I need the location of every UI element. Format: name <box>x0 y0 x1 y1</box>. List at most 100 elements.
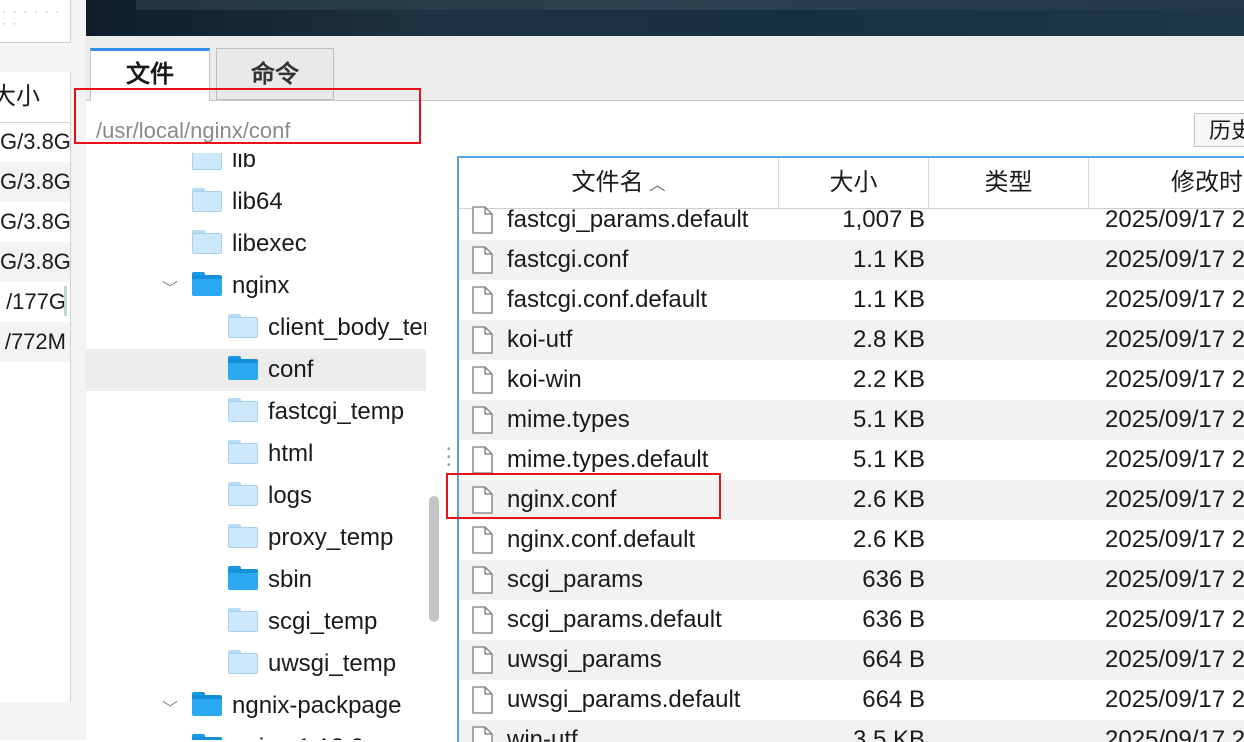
tree-item-libexec[interactable]: libexec <box>86 223 426 265</box>
file-icon <box>472 286 493 314</box>
file-modified-time: 2025/09/17 2 <box>1105 286 1244 313</box>
top-banner-inner <box>136 0 1244 10</box>
left-table-row[interactable]: G/3.8G <box>0 162 70 202</box>
file-row[interactable]: koi-utf 2.8 KB 2025/09/17 2 <box>459 320 1244 360</box>
file-size: 1,007 B <box>842 206 925 233</box>
file-modified-time: 2025/09/17 2 <box>1105 646 1244 673</box>
folder-icon <box>228 650 258 674</box>
dots-icon: · · · · · · · · <box>2 6 62 30</box>
tree-item-conf[interactable]: conf <box>86 349 426 391</box>
file-name: uwsgi_params.default <box>507 686 741 713</box>
top-banner <box>86 0 1244 36</box>
tree-item-html[interactable]: html <box>86 433 426 475</box>
file-modified-time: 2025/09/17 2 <box>1105 206 1244 233</box>
file-icon <box>472 686 493 714</box>
file-row[interactable]: scgi_params.default 636 B 2025/09/17 2 <box>459 600 1244 640</box>
tree-item-label: lib64 <box>232 188 283 215</box>
folder-icon <box>228 524 258 548</box>
path-highlight-box <box>74 88 421 144</box>
folder-icon <box>192 692 222 716</box>
file-size: 3.5 KB <box>852 726 925 742</box>
tree-item-client-body-temp[interactable]: client_body_temp <box>86 307 426 349</box>
file-row[interactable]: nginx.conf.default 2.6 KB 2025/09/17 2 <box>459 520 1244 560</box>
file-row[interactable]: win-utf 3.5 KB 2025/09/17 2 <box>459 720 1244 742</box>
tree-scrollbar[interactable] <box>429 496 439 622</box>
tree-item-lib64[interactable]: lib64 <box>86 181 426 223</box>
file-icon <box>472 366 493 394</box>
left-table-row[interactable]: /772M <box>0 322 70 362</box>
tree-item-proxy-temp[interactable]: proxy_temp <box>86 517 426 559</box>
file-size: 2.6 KB <box>852 486 925 513</box>
tree-item-label: scgi_temp <box>268 608 378 635</box>
splitter-handle-icon[interactable]: • • • <box>447 445 453 471</box>
file-icon <box>472 446 493 474</box>
file-name: uwsgi_params <box>507 646 662 673</box>
file-modified-time: 2025/09/17 2 <box>1105 686 1244 713</box>
tree-item-ngnix-packpage[interactable]: ﹀ ngnix-packpage <box>86 685 426 727</box>
left-table-row[interactable]: G/3.8G <box>0 122 70 162</box>
left-table-row[interactable]: /177G <box>0 282 70 322</box>
left-table-row[interactable]: G/3.8G <box>0 242 70 282</box>
tree-item-logs[interactable]: logs <box>86 475 426 517</box>
tree-item-nginx[interactable]: ﹀ nginx <box>86 265 426 307</box>
file-icon <box>472 406 493 434</box>
file-modified-time: 2025/09/17 2 <box>1105 526 1244 553</box>
file-size: 5.1 KB <box>852 406 925 433</box>
file-name: scgi_params <box>507 566 644 593</box>
tree-item-label: libexec <box>232 230 307 257</box>
file-row[interactable]: scgi_params 636 B 2025/09/17 2 <box>459 560 1244 600</box>
left-top-card: · · · · · · · · <box>0 0 71 43</box>
file-size: 636 B <box>862 606 925 633</box>
file-table: 文件名︿ 大小 类型 修改时间 fastcgi_params.default1,… <box>457 156 1244 742</box>
file-modified-time: 2025/09/17 2 <box>1105 566 1244 593</box>
file-name: koi-utf <box>507 326 573 353</box>
file-modified-time: 2025/09/17 2 <box>1105 246 1244 273</box>
file-row[interactable]: fastcgi.conf 1.1 KB 2025/09/17 2 <box>459 240 1244 280</box>
file-name: fastcgi_params.default <box>507 206 749 233</box>
tree-item-uwsgi-temp[interactable]: uwsgi_temp <box>86 643 426 685</box>
tree-item-nginx-1-18-0[interactable]: ›nginx-1.18.0 <box>86 727 426 740</box>
tree-item-label: html <box>268 440 314 467</box>
file-icon <box>472 206 493 234</box>
folder-icon <box>228 356 258 380</box>
tree-item-label: conf <box>268 356 314 383</box>
tree-item-scgi-temp[interactable]: scgi_temp <box>86 601 426 643</box>
file-size: 636 B <box>862 566 925 593</box>
chevron-down-icon[interactable]: ﹀ <box>162 275 178 299</box>
file-size: 2.8 KB <box>852 326 925 353</box>
file-name: win-utf <box>507 726 578 742</box>
tree-item-fastcgi-temp[interactable]: fastcgi_temp <box>86 391 426 433</box>
left-table-row[interactable]: G/3.8G <box>0 202 70 242</box>
folder-icon <box>192 153 222 170</box>
file-size: 1.1 KB <box>852 286 925 313</box>
file-row[interactable]: koi-win 2.2 KB 2025/09/17 2 <box>459 360 1244 400</box>
tree-item-sbin[interactable]: sbin <box>86 559 426 601</box>
directory-tree: lib lib64 libexec ﹀ nginx client_body_tempcon… <box>86 153 426 740</box>
file-row[interactable]: uwsgi_params 664 B 2025/09/17 2 <box>459 640 1244 680</box>
folder-icon <box>192 230 222 254</box>
file-icon <box>472 326 493 354</box>
folder-icon <box>192 188 222 212</box>
file-highlight-box <box>446 473 721 519</box>
file-row[interactable]: mime.types 5.1 KB 2025/09/17 2 <box>459 400 1244 440</box>
column-header-name-label: 文件名 <box>571 169 644 196</box>
tree-item-label: uwsgi_temp <box>268 650 397 677</box>
left-table-header-size[interactable]: 大小 <box>0 72 70 123</box>
file-modified-time: 2025/09/17 2 <box>1105 486 1244 513</box>
folder-icon <box>228 398 258 422</box>
file-row[interactable]: fastcgi_params.default 1,007 B 2025/09/17 … <box>459 200 1244 240</box>
file-row[interactable]: fastcgi.conf.default 1.1 KB 2025/09/17 2 <box>459 280 1244 320</box>
tree-item-label: logs <box>268 482 313 509</box>
file-size: 2.2 KB <box>852 366 925 393</box>
file-size: 5.1 KB <box>852 446 925 473</box>
history-button[interactable]: 历史 <box>1194 113 1244 147</box>
file-modified-time: 2025/09/17 2 <box>1105 726 1244 742</box>
left-scroll-indicator <box>64 286 67 316</box>
file-name: fastcgi.conf.default <box>507 286 708 313</box>
file-modified-time: 2025/09/17 2 <box>1105 326 1244 353</box>
chevron-down-icon[interactable]: ﹀ <box>162 695 178 719</box>
file-name: nginx.conf.default <box>507 526 696 553</box>
file-row[interactable]: uwsgi_params.default 664 B 2025/09/17 2 <box>459 680 1244 720</box>
tree-item-lib[interactable]: lib <box>86 153 426 181</box>
file-modified-time: 2025/09/17 2 <box>1105 366 1244 393</box>
